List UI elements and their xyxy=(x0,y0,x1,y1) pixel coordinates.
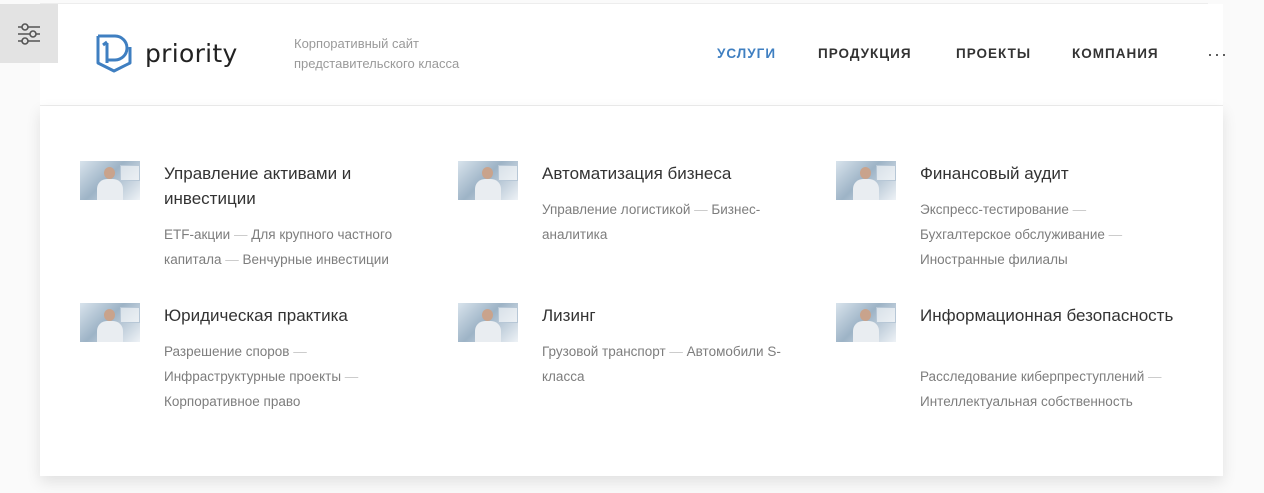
service-link[interactable]: Разрешение споров xyxy=(164,344,289,359)
service-links: Грузовой транспорт — Автомобили S-класса xyxy=(542,344,781,384)
services-dropdown: Управление активами и инвестиции ETF-акц… xyxy=(40,106,1223,476)
service-link[interactable]: Расследование киберпреступлений xyxy=(920,369,1144,384)
service-link[interactable]: Грузовой транспорт xyxy=(542,344,666,359)
service-title[interactable]: Информационная безопасность xyxy=(920,303,1180,328)
service-title[interactable]: Автоматизация бизнеса xyxy=(542,161,802,186)
brand-name: priority xyxy=(145,38,238,68)
service-link[interactable]: Бухгалтерское обслуживание xyxy=(920,227,1105,242)
service-link[interactable]: Корпоративное право xyxy=(164,394,300,409)
service-links: Разрешение споров — Инфраструктурные про… xyxy=(164,344,359,409)
service-title[interactable]: Юридическая практика xyxy=(164,303,424,328)
service-links: Расследование киберпреступлений — Интелл… xyxy=(920,369,1162,409)
service-thumbnail[interactable] xyxy=(458,303,518,342)
service-links: Экспресс-тестирование — Бухгалтерское об… xyxy=(920,202,1123,267)
tagline-line-2: представительского класса xyxy=(294,56,460,71)
service-link[interactable]: Иностранные филиалы xyxy=(920,252,1068,267)
service-link[interactable]: Экспресс-тестирование xyxy=(920,202,1069,217)
more-menu-button[interactable]: ··· xyxy=(1207,44,1228,65)
nav-item-products[interactable]: ПРОДУКЦИЯ xyxy=(818,46,912,61)
service-title[interactable]: Управление активами и инвестиции xyxy=(164,161,424,211)
service-thumbnail[interactable] xyxy=(836,303,896,342)
service-thumbnail[interactable] xyxy=(836,161,896,200)
priority-logo-icon xyxy=(96,34,132,73)
service-link[interactable]: Венчурные инвестиции xyxy=(243,252,389,267)
site-tagline: Корпоративный сайт представительского кл… xyxy=(294,34,514,74)
service-link[interactable]: Интеллектуальная собственность xyxy=(920,394,1133,409)
service-thumbnail[interactable] xyxy=(80,303,140,342)
sliders-icon xyxy=(18,22,40,45)
service-link[interactable]: Управление логистикой xyxy=(542,202,690,217)
settings-button[interactable] xyxy=(0,4,58,63)
service-title[interactable]: Финансовый аудит xyxy=(920,161,1180,186)
logo[interactable]: priority xyxy=(95,33,238,73)
tagline-line-1: Корпоративный сайт xyxy=(294,36,419,51)
service-thumbnail[interactable] xyxy=(458,161,518,200)
service-thumbnail[interactable] xyxy=(80,161,140,200)
service-links: Управление логистикой — Бизнес-аналитика xyxy=(542,202,761,242)
service-link[interactable]: ETF-акции xyxy=(164,227,230,242)
service-link[interactable]: Инфраструктурные проекты xyxy=(164,369,341,384)
nav-item-services[interactable]: УСЛУГИ xyxy=(717,46,776,61)
service-links: ETF-акции — Для крупного частного капита… xyxy=(164,227,393,267)
service-title[interactable]: Лизинг xyxy=(542,303,802,328)
nav-item-company[interactable]: КОМПАНИЯ xyxy=(1072,46,1159,61)
nav-item-projects[interactable]: ПРОЕКТЫ xyxy=(956,46,1031,61)
